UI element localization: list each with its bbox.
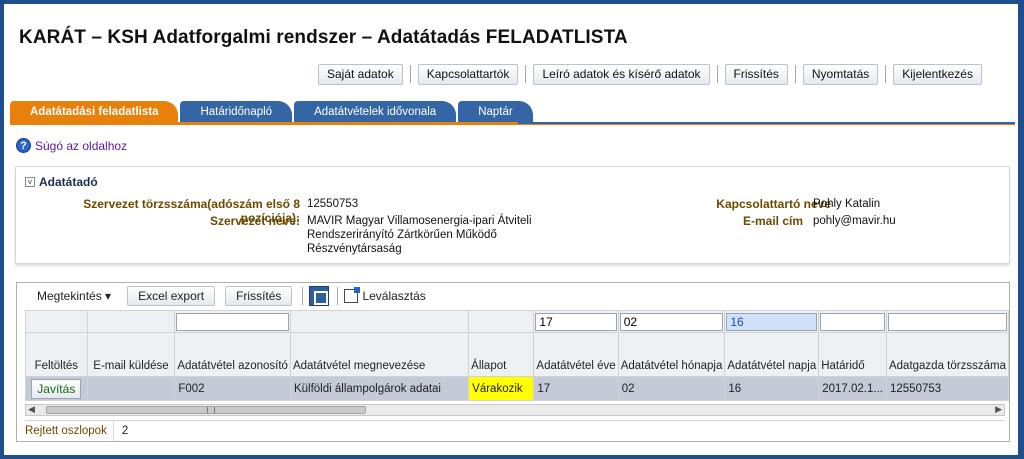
tab-deadline-log[interactable]: Határidőnapló: [180, 101, 293, 123]
task-grid: Megtekintés ▾ Excel export Frissítés Lev…: [16, 282, 1010, 442]
upload-cell: Javítás: [25, 376, 88, 401]
main-tabs: Adatátadási feladatlista Határidőnapló A…: [10, 101, 535, 123]
filter-id-input[interactable]: [176, 312, 289, 331]
adatatado-panel: ˅ Adatátadó Szervezet törzsszáma(adószám…: [15, 166, 1010, 264]
status-cell: Várakozik: [468, 376, 535, 401]
panel-header[interactable]: ˅ Adatátadó: [25, 175, 98, 189]
filter-cell: [468, 310, 535, 333]
window-frame-right: [1018, 0, 1024, 459]
filter-row: [25, 310, 1009, 333]
filter-toggle-icon[interactable]: [309, 286, 330, 306]
col-header-status[interactable]: Állapot: [468, 332, 535, 377]
filter-cell: [86, 310, 176, 333]
logout-button[interactable]: Kijelentkezés: [893, 63, 982, 85]
col-header-name[interactable]: Adatátvétel megnevezése: [289, 332, 470, 377]
email-label: E-mail cím: [742, 214, 803, 228]
detach-button[interactable]: Leválasztás: [344, 287, 426, 303]
toolbar-separator: [302, 287, 304, 305]
top-toolbar: Saját adatok Kapcsolattartók Leíró adato…: [318, 63, 982, 85]
deadline-cell: 2017.02.1...: [818, 376, 887, 401]
filter-year-input[interactable]: [535, 312, 617, 331]
scroll-left-icon[interactable]: ◀: [28, 404, 35, 415]
window-frame-top: [0, 0, 1024, 4]
toolbar-separator: [409, 65, 411, 83]
contact-name-label: Kapcsolattartó neve: [716, 197, 831, 211]
id-cell: F002: [174, 376, 291, 401]
contact-name-value: Pohly Katalin: [813, 198, 881, 210]
hidden-columns-label: Rejtett oszlopok: [25, 420, 114, 441]
app-title: KARÁT – KSH Adatforgalmi rendszer – Adat…: [19, 27, 628, 48]
col-header-year[interactable]: Adatátvétel éve: [533, 332, 619, 377]
table-row[interactable]: Javítás F002 Külföldi állampolgárok adat…: [25, 376, 1009, 401]
scroll-right-icon[interactable]: ▶: [995, 404, 1002, 415]
contacts-button[interactable]: Kapcsolattartók: [417, 63, 519, 85]
filter-cell: [289, 310, 470, 333]
filter-cell: [25, 310, 88, 333]
header-row: Feltöltés E-mail küldése Adatátvétel azo…: [25, 332, 1009, 377]
grip-icon: [207, 407, 215, 413]
window-frame-left: [0, 0, 4, 459]
col-header-deadline[interactable]: Határidő: [818, 332, 887, 377]
filter-day-input[interactable]: [726, 312, 818, 331]
descriptive-data-button[interactable]: Leíró adatok és kísérő adatok: [533, 63, 710, 85]
filter-orgid-input[interactable]: [887, 312, 1007, 331]
col-header-id[interactable]: Adatátvétel azonosító: [174, 332, 291, 377]
filter-cell: [818, 310, 887, 333]
email-cell: [86, 376, 176, 401]
grid-toolbar: Megtekintés ▾ Excel export Frissítés Lev…: [17, 283, 1009, 309]
toolbar-separator: [716, 65, 718, 83]
tab-calendar[interactable]: Naptár: [458, 101, 533, 123]
year-cell: 17: [533, 376, 619, 401]
help-label: Súgó az oldalhoz: [35, 138, 128, 153]
hidden-columns-count: 2: [121, 424, 129, 437]
col-header-email[interactable]: E-mail küldése: [86, 332, 176, 377]
task-table: Feltöltés E-mail küldése Adatátvétel azo…: [25, 310, 1009, 401]
excel-export-button[interactable]: Excel export: [127, 286, 216, 306]
tab-underline-blue: [518, 122, 1015, 124]
grid-refresh-button[interactable]: Frissítés: [225, 286, 293, 306]
tab-task-list[interactable]: Adatátadási feladatlista: [10, 101, 179, 123]
filter-deadline-input[interactable]: [820, 312, 885, 331]
toolbar-separator: [525, 65, 527, 83]
scroll-thumb[interactable]: [46, 406, 366, 414]
month-cell: 02: [617, 376, 726, 401]
toolbar-separator: [885, 65, 887, 83]
print-button[interactable]: Nyomtatás: [802, 63, 879, 85]
org-name-line1: MAVIR Magyar Villamosenergia-ipari Átvit…: [307, 215, 532, 227]
col-header-upload[interactable]: Feltöltés: [25, 332, 88, 377]
grid-footer: Rejtett oszlopok 2: [25, 420, 1005, 441]
refresh-button[interactable]: Frissítés: [724, 63, 788, 85]
filter-cell: [885, 310, 1009, 333]
fix-button[interactable]: Javítás: [31, 378, 82, 399]
org-name-label: Szervezet neve:: [209, 214, 300, 228]
name-cell: Külföldi állampolgárok adatai: [289, 376, 470, 401]
detach-label: Leválasztás: [362, 289, 426, 303]
panel-title: Adatátadó: [39, 175, 98, 189]
col-header-month[interactable]: Adatátvétel hónapja: [617, 332, 726, 377]
org-name-line3: Részvénytársaság: [307, 243, 402, 255]
window-frame-bottom: [0, 455, 1024, 459]
help-icon: ?: [16, 138, 31, 153]
toolbar-separator: [337, 287, 339, 305]
filter-cell: [533, 310, 619, 333]
filter-cell: [617, 310, 726, 333]
orgid-cell: 12550753: [885, 376, 1009, 401]
view-menu[interactable]: Megtekintés ▾: [25, 289, 117, 303]
own-data-button[interactable]: Saját adatok: [318, 63, 403, 85]
detach-icon: [344, 287, 361, 303]
filter-cell: [174, 310, 291, 333]
filter-month-input[interactable]: [619, 312, 724, 331]
col-header-day[interactable]: Adatátvétel napja: [724, 332, 820, 377]
email-value: pohly@mavir.hu: [813, 215, 896, 227]
help-link[interactable]: ? Súgó az oldalhoz: [16, 138, 127, 153]
day-cell: 16: [724, 376, 820, 401]
org-id-value: 12550753: [307, 198, 359, 210]
org-name-line2: Rendszerirányító Zártkörűen Működő: [307, 229, 497, 241]
tab-timeline[interactable]: Adatátvételek idővonala: [294, 101, 457, 123]
collapse-icon[interactable]: ˅: [25, 177, 35, 187]
toolbar-separator: [794, 65, 796, 83]
col-header-orgid[interactable]: Adatgazda törzsszáma: [885, 332, 1009, 377]
horizontal-scrollbar[interactable]: ◀ ▶: [25, 404, 1005, 416]
filter-cell: [724, 310, 820, 333]
